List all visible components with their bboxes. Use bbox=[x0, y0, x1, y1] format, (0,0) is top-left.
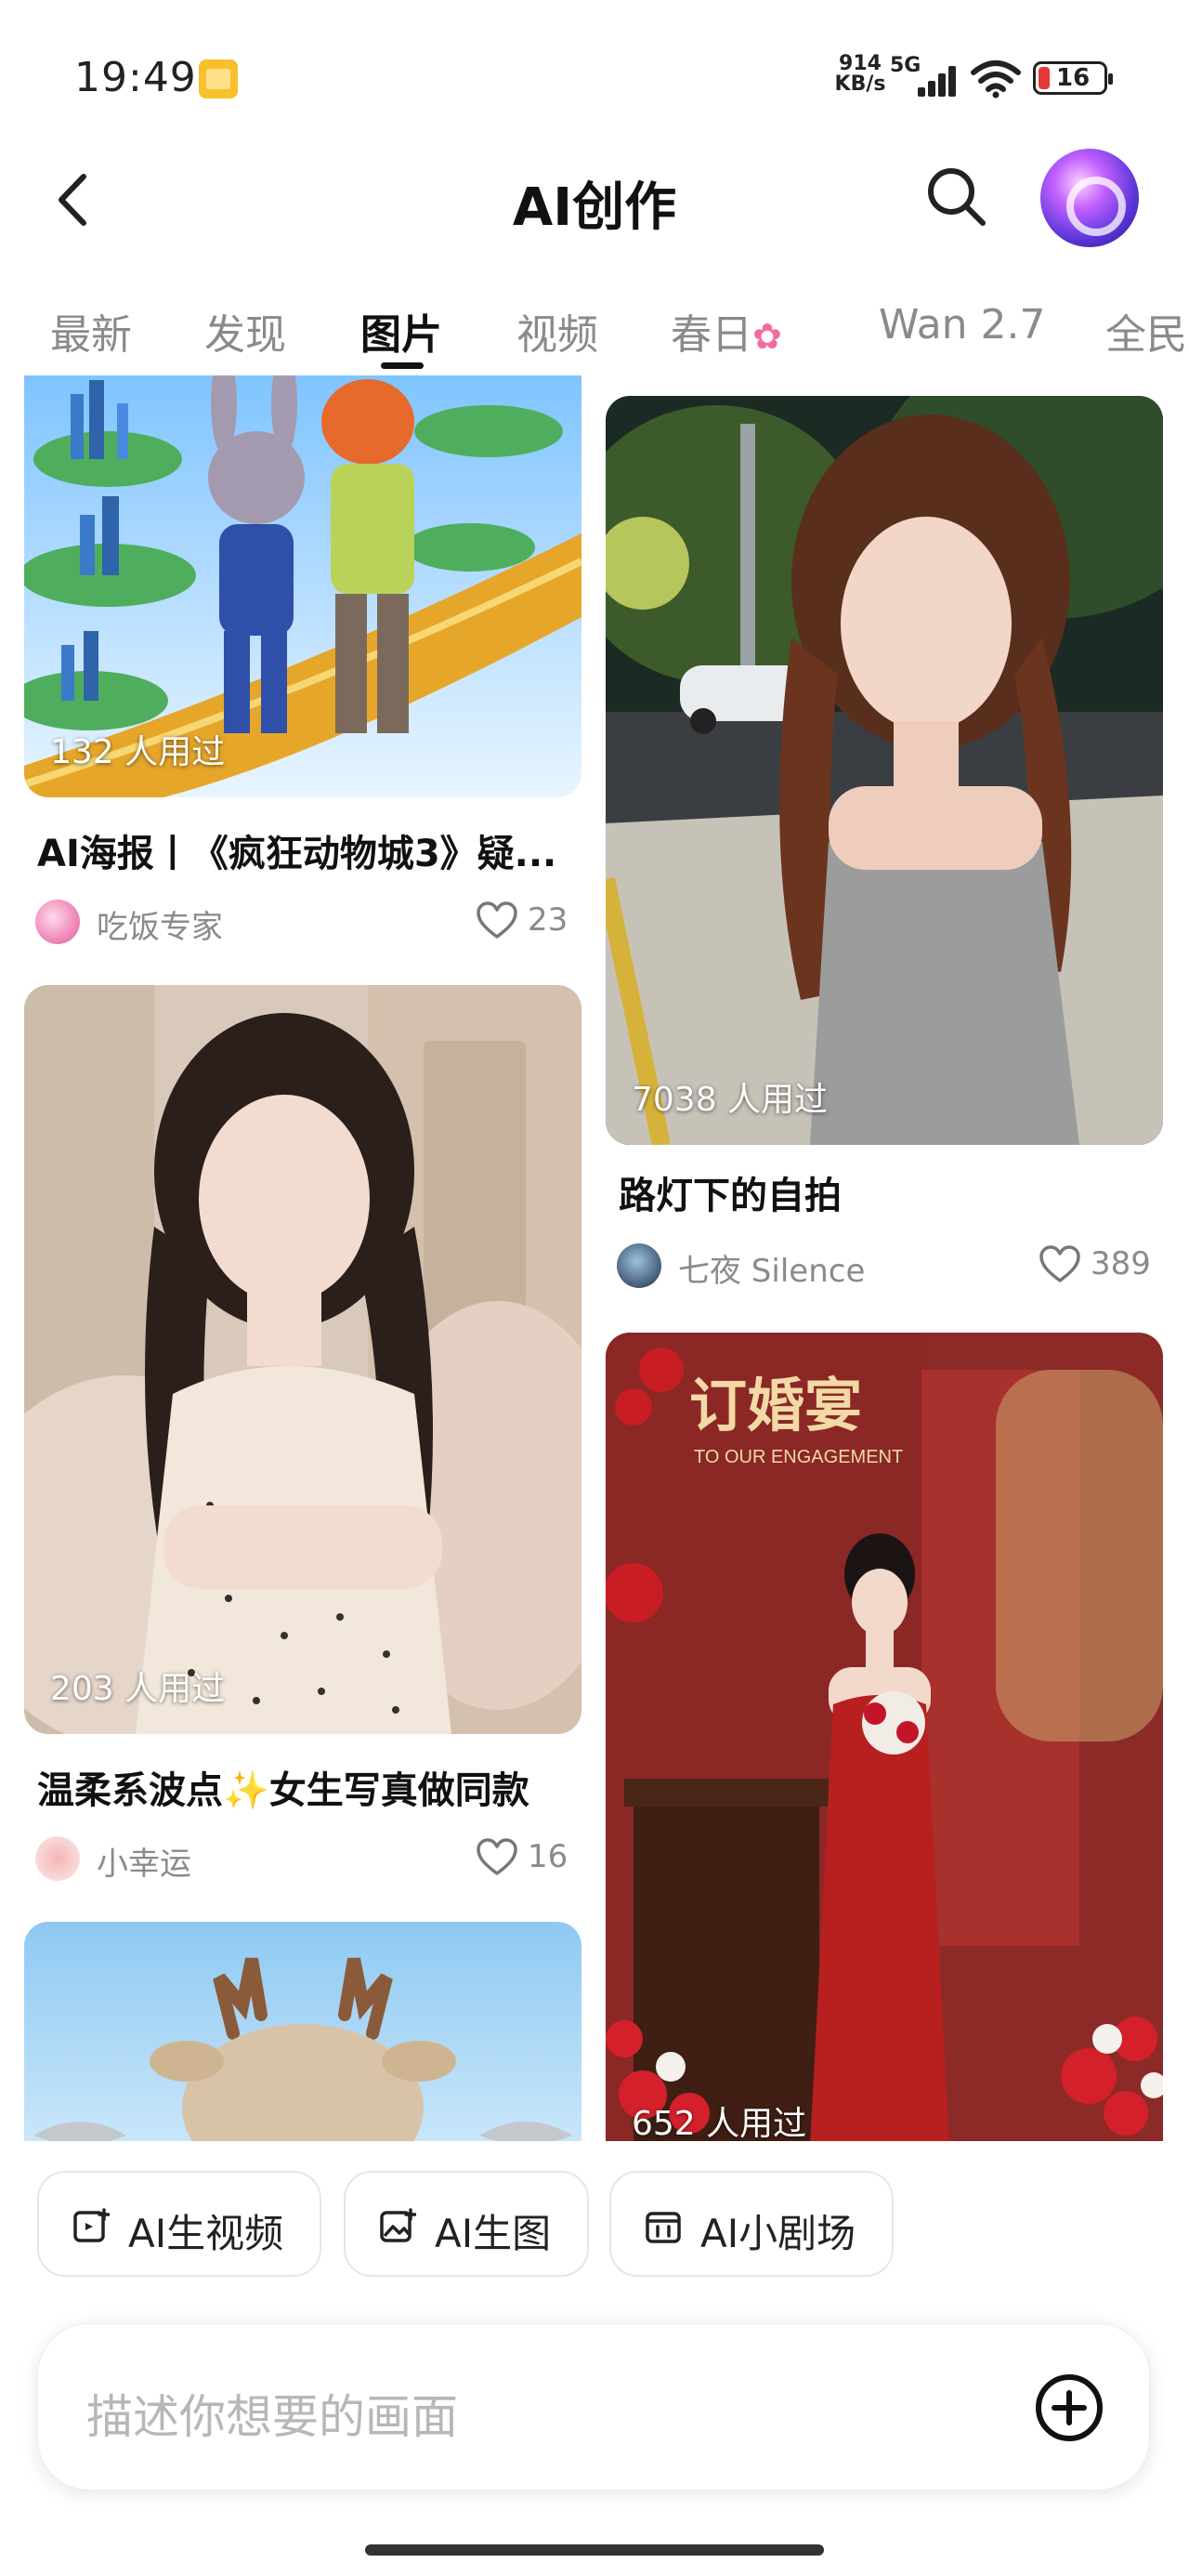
feed-card-image[interactable]: 7038 人用过 bbox=[606, 396, 1163, 1145]
network-speed-value: 914 bbox=[839, 52, 882, 75]
card-title[interactable]: 温柔系波点✨女生写真做同款 bbox=[37, 1760, 576, 1814]
status-time: 19:49 bbox=[74, 54, 197, 101]
theater-icon bbox=[646, 2212, 681, 2243]
battery-level: 16 bbox=[1056, 64, 1091, 92]
quick-actions: AI生视频 AI生图 AI小剧场 bbox=[0, 2171, 1189, 2282]
image-plus-icon bbox=[380, 2208, 416, 2242]
ai-theater-button[interactable]: AI小剧场 bbox=[609, 2171, 894, 2277]
header: AI创作 bbox=[0, 139, 1189, 260]
usage-count: 7038 人用过 bbox=[632, 1081, 829, 1119]
page-title: AI创作 bbox=[512, 177, 677, 238]
poster-title: 订婚宴 bbox=[689, 1372, 862, 1439]
category-tabs: 最新 发现 图片 视频 春日✿ Wan 2.7 全民 bbox=[0, 288, 1189, 372]
like-count: 389 bbox=[1091, 1245, 1151, 1282]
search-button[interactable] bbox=[920, 160, 994, 234]
network-speed-unit: KB/s bbox=[834, 72, 886, 96]
author-avatar[interactable] bbox=[35, 1836, 80, 1881]
card-author-row: 吃饭专家 23 bbox=[35, 896, 583, 948]
tab-wan[interactable]: Wan 2.7 bbox=[879, 301, 1046, 348]
author-name[interactable]: 七夜 Silence bbox=[678, 1245, 865, 1291]
tab-spring[interactable]: 春日✿ bbox=[671, 301, 782, 361]
like-count: 23 bbox=[528, 901, 568, 939]
home-indicator[interactable] bbox=[365, 2544, 824, 2556]
feed-card-image[interactable]: 203 人用过 bbox=[24, 985, 581, 1734]
signal-icon bbox=[910, 63, 959, 97]
author-avatar[interactable] bbox=[35, 900, 80, 944]
ai-theater-label: AI小剧场 bbox=[700, 2211, 856, 2256]
tab-all-people[interactable]: 全民 bbox=[1105, 301, 1187, 361]
ai-image-label: AI生图 bbox=[435, 2211, 552, 2256]
tab-spring-label: 春日 bbox=[671, 311, 752, 359]
ai-image-button[interactable]: AI生图 bbox=[344, 2171, 589, 2277]
video-plus-icon bbox=[73, 2208, 110, 2242]
poster-subtitle: TO OUR ENGAGEMENT bbox=[694, 1447, 903, 1467]
author-avatar[interactable] bbox=[617, 1243, 661, 1288]
card-author-row: 小幸运 16 bbox=[35, 1833, 583, 1885]
feed-card-image[interactable] bbox=[24, 1922, 581, 2141]
prompt-placeholder: 描述你想要的画面 bbox=[86, 2390, 458, 2444]
usage-count: 652 人用过 bbox=[632, 2105, 807, 2141]
active-tab-indicator bbox=[381, 362, 424, 369]
author-name[interactable]: 吃饭专家 bbox=[97, 901, 223, 947]
network-speed: 914 KB/s bbox=[832, 54, 888, 95]
ai-avatar-button[interactable] bbox=[1040, 149, 1139, 247]
heart-icon[interactable] bbox=[476, 901, 518, 940]
notes-app-icon bbox=[199, 59, 238, 99]
battery-icon: 16 bbox=[1033, 61, 1113, 95]
tab-images[interactable]: 图片 bbox=[360, 301, 442, 361]
tab-latest[interactable]: 最新 bbox=[50, 301, 132, 361]
ai-video-button[interactable]: AI生视频 bbox=[37, 2171, 321, 2277]
author-name[interactable]: 小幸运 bbox=[97, 1838, 191, 1884]
usage-count: 203 人用过 bbox=[50, 1670, 226, 1708]
tab-videos[interactable]: 视频 bbox=[516, 301, 598, 361]
streetlight-selfie-image bbox=[606, 396, 1163, 1145]
card-author-row: 七夜 Silence 389 bbox=[617, 1240, 1165, 1292]
prompt-input[interactable]: 描述你想要的画面 bbox=[37, 2323, 1150, 2491]
engagement-banquet-image: 订婚宴 TO OUR ENGAGEMENT bbox=[606, 1333, 1163, 2141]
tab-discover[interactable]: 发现 bbox=[204, 301, 286, 361]
card-title[interactable]: AI海报丨《疯狂动物城3》疑... bbox=[37, 823, 576, 877]
polka-dot-portrait-image bbox=[24, 985, 581, 1734]
search-icon bbox=[928, 168, 986, 226]
like-count: 16 bbox=[528, 1838, 568, 1875]
usage-count: 132 人用过 bbox=[50, 733, 226, 771]
battery-fill bbox=[1039, 67, 1050, 89]
card-title[interactable]: 路灯下的自拍 bbox=[619, 1165, 1157, 1219]
image-feed: 132 人用过 AI海报丨《疯狂动物城3》疑... 吃饭专家 23 203 人用… bbox=[0, 375, 1189, 2141]
ai-video-label: AI生视频 bbox=[128, 2211, 284, 2256]
plus-circle-icon[interactable] bbox=[1032, 2371, 1106, 2445]
status-bar: 19:49 914 KB/s 5G 16 bbox=[0, 0, 1189, 139]
feed-card-image[interactable]: 132 人用过 bbox=[24, 375, 581, 797]
feed-card-image[interactable]: 订婚宴 TO OUR ENGAGEMENT 652 人用过 bbox=[606, 1333, 1163, 2141]
wifi-icon bbox=[971, 60, 1021, 99]
cherry-blossom-icon: ✿ bbox=[752, 316, 782, 357]
deer-hat-baby-image bbox=[24, 1922, 581, 2141]
heart-icon[interactable] bbox=[1039, 1245, 1081, 1284]
heart-icon[interactable] bbox=[476, 1838, 518, 1877]
